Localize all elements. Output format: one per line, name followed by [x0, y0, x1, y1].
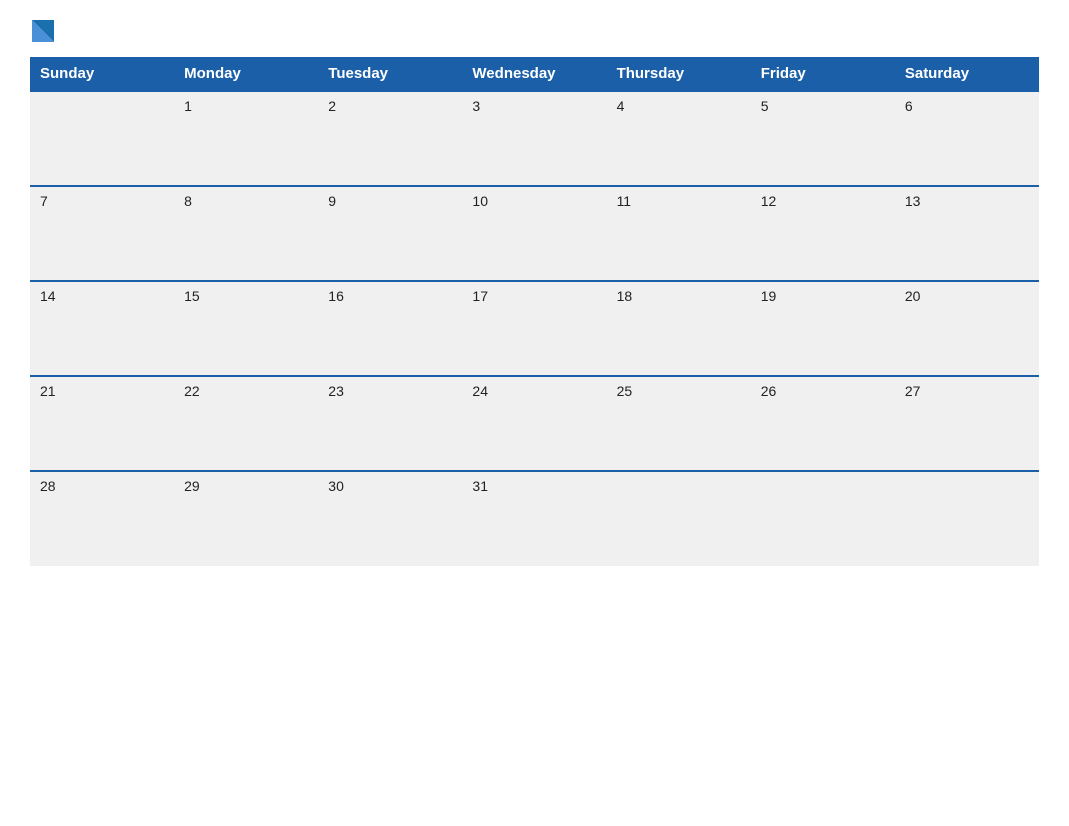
calendar-cell: 4 — [607, 91, 751, 186]
calendar-cell: 2 — [318, 91, 462, 186]
calendar-table: SundayMondayTuesdayWednesdayThursdayFrid… — [30, 57, 1039, 566]
calendar-cell: 9 — [318, 186, 462, 281]
calendar-cell: 19 — [751, 281, 895, 376]
calendar-cell: 28 — [30, 471, 174, 566]
day-number: 21 — [40, 383, 56, 399]
day-number: 22 — [184, 383, 200, 399]
day-number: 2 — [328, 98, 336, 114]
header — [30, 20, 1039, 47]
day-header-wednesday: Wednesday — [462, 57, 606, 91]
day-number: 15 — [184, 288, 200, 304]
day-number: 6 — [905, 98, 913, 114]
calendar-cell: 3 — [462, 91, 606, 186]
day-header-friday: Friday — [751, 57, 895, 91]
calendar-body: 1234567891011121314151617181920212223242… — [30, 91, 1039, 566]
day-number: 3 — [472, 98, 480, 114]
calendar-cell: 20 — [895, 281, 1039, 376]
calendar-cell: 6 — [895, 91, 1039, 186]
calendar-cell: 29 — [174, 471, 318, 566]
day-number: 19 — [761, 288, 777, 304]
calendar-cell: 18 — [607, 281, 751, 376]
week-row-3: 14 15 16 17 18 19 20 — [30, 281, 1039, 376]
calendar-cell — [895, 471, 1039, 566]
day-number: 18 — [617, 288, 633, 304]
calendar-cell: 16 — [318, 281, 462, 376]
calendar-cell: 21 — [30, 376, 174, 471]
day-number: 27 — [905, 383, 921, 399]
calendar-cell: 31 — [462, 471, 606, 566]
calendar-cell: 5 — [751, 91, 895, 186]
day-number: 30 — [328, 478, 344, 494]
logo — [30, 20, 58, 47]
calendar-cell: 13 — [895, 186, 1039, 281]
calendar-cell: 27 — [895, 376, 1039, 471]
day-header-sunday: Sunday — [30, 57, 174, 91]
day-number: 12 — [761, 193, 777, 209]
calendar-cell: 25 — [607, 376, 751, 471]
day-number: 9 — [328, 193, 336, 209]
day-number: 5 — [761, 98, 769, 114]
day-header-thursday: Thursday — [607, 57, 751, 91]
day-number: 29 — [184, 478, 200, 494]
day-number: 1 — [184, 98, 192, 114]
day-number: 16 — [328, 288, 344, 304]
day-number: 11 — [617, 193, 632, 209]
calendar-cell: 8 — [174, 186, 318, 281]
calendar-cell: 23 — [318, 376, 462, 471]
day-number: 10 — [472, 193, 488, 209]
day-number: 24 — [472, 383, 488, 399]
day-number: 20 — [905, 288, 921, 304]
calendar-cell: 15 — [174, 281, 318, 376]
calendar-cell — [751, 471, 895, 566]
day-header-saturday: Saturday — [895, 57, 1039, 91]
day-number: 23 — [328, 383, 344, 399]
page-container: SundayMondayTuesdayWednesdayThursdayFrid… — [30, 20, 1039, 566]
calendar-cell: 14 — [30, 281, 174, 376]
calendar-header: SundayMondayTuesdayWednesdayThursdayFrid… — [30, 57, 1039, 91]
week-row-4: 21 22 23 24 25 26 27 — [30, 376, 1039, 471]
logo-icon — [30, 20, 54, 47]
week-row-2: 7 8 9 10 11 12 13 — [30, 186, 1039, 281]
calendar-cell — [607, 471, 751, 566]
calendar-cell — [30, 91, 174, 186]
calendar-cell: 1 — [174, 91, 318, 186]
day-number: 7 — [40, 193, 48, 209]
week-row-1: 1 2 3 4 5 6 — [30, 91, 1039, 186]
day-number: 4 — [617, 98, 625, 114]
day-header-monday: Monday — [174, 57, 318, 91]
calendar-cell: 24 — [462, 376, 606, 471]
week-row-5: 28 29 30 31 — [30, 471, 1039, 566]
calendar-cell: 30 — [318, 471, 462, 566]
calendar-cell: 7 — [30, 186, 174, 281]
day-number: 26 — [761, 383, 777, 399]
day-number: 28 — [40, 478, 56, 494]
calendar-cell: 11 — [607, 186, 751, 281]
day-number: 8 — [184, 193, 192, 209]
calendar-cell: 17 — [462, 281, 606, 376]
day-number: 31 — [472, 478, 488, 494]
calendar-cell: 12 — [751, 186, 895, 281]
day-number: 25 — [617, 383, 633, 399]
day-header-tuesday: Tuesday — [318, 57, 462, 91]
day-number: 14 — [40, 288, 56, 304]
calendar-cell: 22 — [174, 376, 318, 471]
calendar-cell: 10 — [462, 186, 606, 281]
day-number: 13 — [905, 193, 921, 209]
calendar-cell: 26 — [751, 376, 895, 471]
days-header-row: SundayMondayTuesdayWednesdayThursdayFrid… — [30, 57, 1039, 91]
day-number: 17 — [472, 288, 488, 304]
